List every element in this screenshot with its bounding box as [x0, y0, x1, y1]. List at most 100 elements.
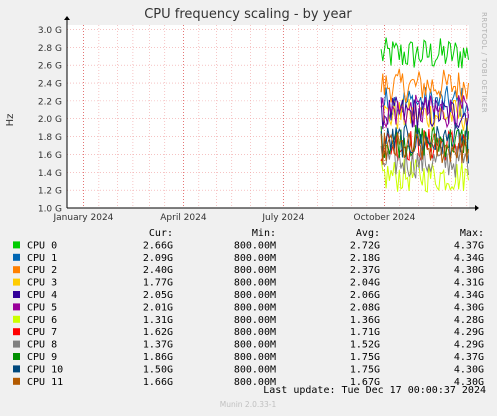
legend-swatch [13, 377, 20, 385]
x-tick-label: January 2024 [53, 213, 114, 223]
legend-row: CPU 7 1.62G 800.00M 1.71G 4.29G [13, 327, 484, 338]
legend-value-max: 4.30G [454, 364, 484, 375]
y-tick-label: 2.8 G [38, 44, 62, 54]
legend-value-avg: 1.75G [350, 364, 380, 375]
legend-series-name: CPU 11 [27, 377, 63, 388]
legend-table: Cur: Min: Avg: Max: CPU 0 2.66G 800.00M 2.72G 4.… [13, 228, 484, 388]
legend-value-cur: 2.66G [143, 240, 173, 251]
legend-swatch [13, 253, 20, 261]
y-tick-label: 2.6 G [38, 62, 62, 72]
legend-swatch [13, 315, 20, 323]
y-axis-arrow [64, 16, 70, 20]
legend-value-avg: 2.37G [350, 265, 380, 276]
legend-series-name: CPU 1 [27, 253, 57, 264]
legend-value-cur: 1.37G [143, 340, 173, 351]
x-tick-label: October 2024 [354, 213, 416, 223]
legend-value-cur: 1.50G [143, 364, 173, 375]
legend-value-max: 4.37G [454, 240, 484, 251]
legend-value-avg: 1.75G [350, 352, 380, 363]
legend-value-avg: 2.08G [350, 302, 380, 313]
legend-swatch [13, 365, 20, 373]
legend-value-min: 800.00M [234, 352, 276, 363]
legend-value-cur: 2.09G [143, 253, 173, 264]
legend-value-min: 800.00M [234, 278, 276, 289]
legend-value-avg: 2.72G [350, 240, 380, 251]
legend-row: CPU 0 2.66G 800.00M 2.72G 4.37G [13, 240, 484, 251]
legend-series-name: CPU 5 [27, 302, 57, 313]
watermark: RRDTOOL / TOBI OETIKER [480, 12, 488, 113]
legend-series-name: CPU 3 [27, 278, 57, 289]
footer-version: Munin 2.0.33-1 [220, 400, 277, 409]
legend-value-max: 4.29G [454, 340, 484, 351]
legend-value-avg: 2.18G [350, 253, 380, 264]
legend-row: CPU 8 1.37G 800.00M 1.52G 4.29G [13, 340, 484, 351]
legend-series-name: CPU 0 [27, 240, 57, 251]
legend-value-min: 800.00M [234, 265, 276, 276]
legend-value-cur: 1.66G [143, 377, 173, 388]
legend-value-avg: 2.06G [350, 290, 380, 301]
y-tick-label: 1.6 G [38, 151, 62, 161]
legend-series-name: CPU 4 [27, 290, 57, 301]
y-tick-label: 2.2 G [38, 97, 62, 107]
legend-value-min: 800.00M [234, 240, 276, 251]
legend-swatch [13, 328, 20, 336]
legend-series-name: CPU 9 [27, 352, 57, 363]
legend-value-cur: 2.05G [143, 290, 173, 301]
legend-row: CPU 6 1.31G 800.00M 1.36G 4.28G [13, 315, 484, 326]
legend-value-cur: 1.86G [143, 352, 173, 363]
legend-value-cur: 1.62G [143, 327, 173, 338]
legend-value-min: 800.00M [234, 290, 276, 301]
last-update-text: Last update: Tue Dec 17 00:00:37 2024 [263, 385, 486, 396]
x-axis-arrow [475, 205, 479, 211]
legend-swatch [13, 241, 20, 249]
legend-value-min: 800.00M [234, 340, 276, 351]
legend-header-min: Min: [252, 228, 276, 239]
legend-row: CPU 1 2.09G 800.00M 2.18G 4.34G [13, 253, 484, 264]
legend-value-min: 800.00M [234, 327, 276, 338]
y-axis-label: Hz [5, 114, 16, 127]
legend-row: CPU 4 2.05G 800.00M 2.06G 4.34G [13, 290, 484, 301]
legend-series-name: CPU 10 [27, 364, 63, 375]
legend-swatch [13, 278, 20, 286]
legend-value-min: 800.00M [234, 302, 276, 313]
legend-value-max: 4.31G [454, 278, 484, 289]
legend-series-name: CPU 6 [27, 315, 57, 326]
legend-swatch [13, 353, 20, 360]
legend-row: CPU 5 2.01G 800.00M 2.08G 4.30G [13, 302, 484, 313]
y-tick-label: 1.2 G [38, 187, 62, 197]
legend-value-avg: 1.36G [350, 315, 380, 326]
legend-swatch [13, 340, 20, 348]
legend-value-avg: 1.52G [350, 340, 380, 351]
legend-value-cur: 1.77G [143, 278, 173, 289]
legend-value-min: 800.00M [234, 364, 276, 375]
cpu-frequency-chart: CPU frequency scaling - by year Hz RRDTO… [5, 7, 488, 409]
chart-title: CPU frequency scaling - by year [144, 7, 352, 22]
legend-series-name: CPU 8 [27, 340, 57, 351]
y-tick-label: 1.4 G [38, 169, 62, 179]
legend-swatch [13, 291, 20, 298]
legend-header-max: Max: [460, 228, 484, 239]
legend-value-max: 4.30G [454, 265, 484, 276]
x-tick-label: July 2024 [261, 213, 304, 223]
legend-value-avg: 1.71G [350, 327, 380, 338]
y-tick-label: 1.8 G [38, 133, 62, 143]
legend-row: CPU 10 1.50G 800.00M 1.75G 4.30G [13, 364, 484, 375]
legend-row: CPU 3 1.77G 800.00M 2.04G 4.31G [13, 278, 484, 289]
legend-value-min: 800.00M [234, 253, 276, 264]
legend-value-max: 4.30G [454, 302, 484, 313]
legend-swatch [13, 266, 20, 274]
legend-swatch [13, 303, 20, 311]
legend-header-cur: Cur: [149, 228, 173, 239]
y-tick-label: 2.4 G [38, 80, 62, 90]
legend-header-avg: Avg: [356, 228, 380, 239]
y-tick-label: 3.0 G [38, 26, 62, 36]
legend-series-name: CPU 7 [27, 327, 57, 338]
legend-value-min: 800.00M [234, 315, 276, 326]
legend-value-max: 4.34G [454, 290, 484, 301]
legend-series-name: CPU 2 [27, 265, 57, 276]
plot-area: 1.0 G1.2 G1.4 G1.6 G1.8 G2.0 G2.2 G2.4 G… [38, 16, 479, 223]
legend-value-avg: 2.04G [350, 278, 380, 289]
legend-value-cur: 2.40G [143, 265, 173, 276]
legend-value-max: 4.37G [454, 352, 484, 363]
legend-row: CPU 2 2.40G 800.00M 2.37G 4.30G [13, 265, 484, 276]
